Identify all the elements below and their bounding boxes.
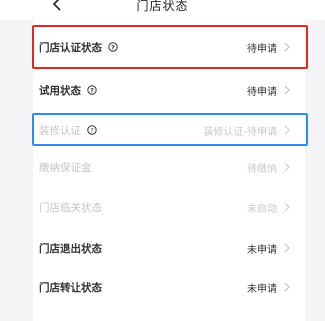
row-label: 装修认证 <box>39 124 81 137</box>
chevron-right-icon <box>283 282 291 292</box>
row-store-temp-close[interactable]: 门店临关状态 未启动 <box>33 190 305 224</box>
row-store-certification[interactable]: 门店认证状态 ? 待申请 <box>33 30 305 64</box>
chevron-right-icon <box>283 162 291 172</box>
row-status: 装修认证-待申请 <box>203 126 277 138</box>
chevron-right-icon <box>283 85 291 95</box>
svg-text:?: ? <box>90 86 94 94</box>
help-icon[interactable]: ? <box>87 125 97 135</box>
help-icon[interactable]: ? <box>87 85 97 95</box>
app-screen: 门店状态 门店认证状态 ? 待申请 试用状态 ? 待申请 装修认证 ? 装修认证… <box>0 0 325 321</box>
row-status: 待申请 <box>247 43 277 55</box>
page-title: 门店状态 <box>136 0 189 13</box>
row-trial-status[interactable]: 试用状态 ? 待申请 <box>33 73 305 107</box>
row-label: 试用状态 <box>39 84 81 97</box>
help-icon[interactable]: ? <box>108 42 118 52</box>
chevron-right-icon <box>283 243 291 253</box>
row-store-exit[interactable]: 门店退出状态 未申请 <box>33 231 305 265</box>
svg-text:?: ? <box>90 126 93 134</box>
row-label: 门店临关状态 <box>39 201 102 214</box>
row-deposit[interactable]: 缴纳保证金 待缴纳 <box>33 150 305 184</box>
row-status: 待缴纳 <box>247 163 277 175</box>
chevron-right-icon <box>283 202 291 212</box>
row-label: 门店转让状态 <box>39 281 102 294</box>
chevron-right-icon <box>283 42 291 52</box>
row-status: 未启动 <box>247 203 277 215</box>
row-store-transfer[interactable]: 门店转让状态 未申请 <box>33 270 305 304</box>
row-status: 待申请 <box>247 86 277 98</box>
row-label: 门店退出状态 <box>39 242 102 255</box>
row-status: 未申请 <box>247 244 277 256</box>
row-label: 门店认证状态 <box>39 41 102 54</box>
chevron-right-icon <box>283 125 291 135</box>
nav-bar: 门店状态 <box>0 0 325 20</box>
row-status: 未申请 <box>247 283 277 295</box>
row-label: 缴纳保证金 <box>39 161 92 174</box>
row-decoration-certification[interactable]: 装修认证 ? 装修认证-待申请 <box>33 113 305 147</box>
svg-text:?: ? <box>111 43 115 51</box>
